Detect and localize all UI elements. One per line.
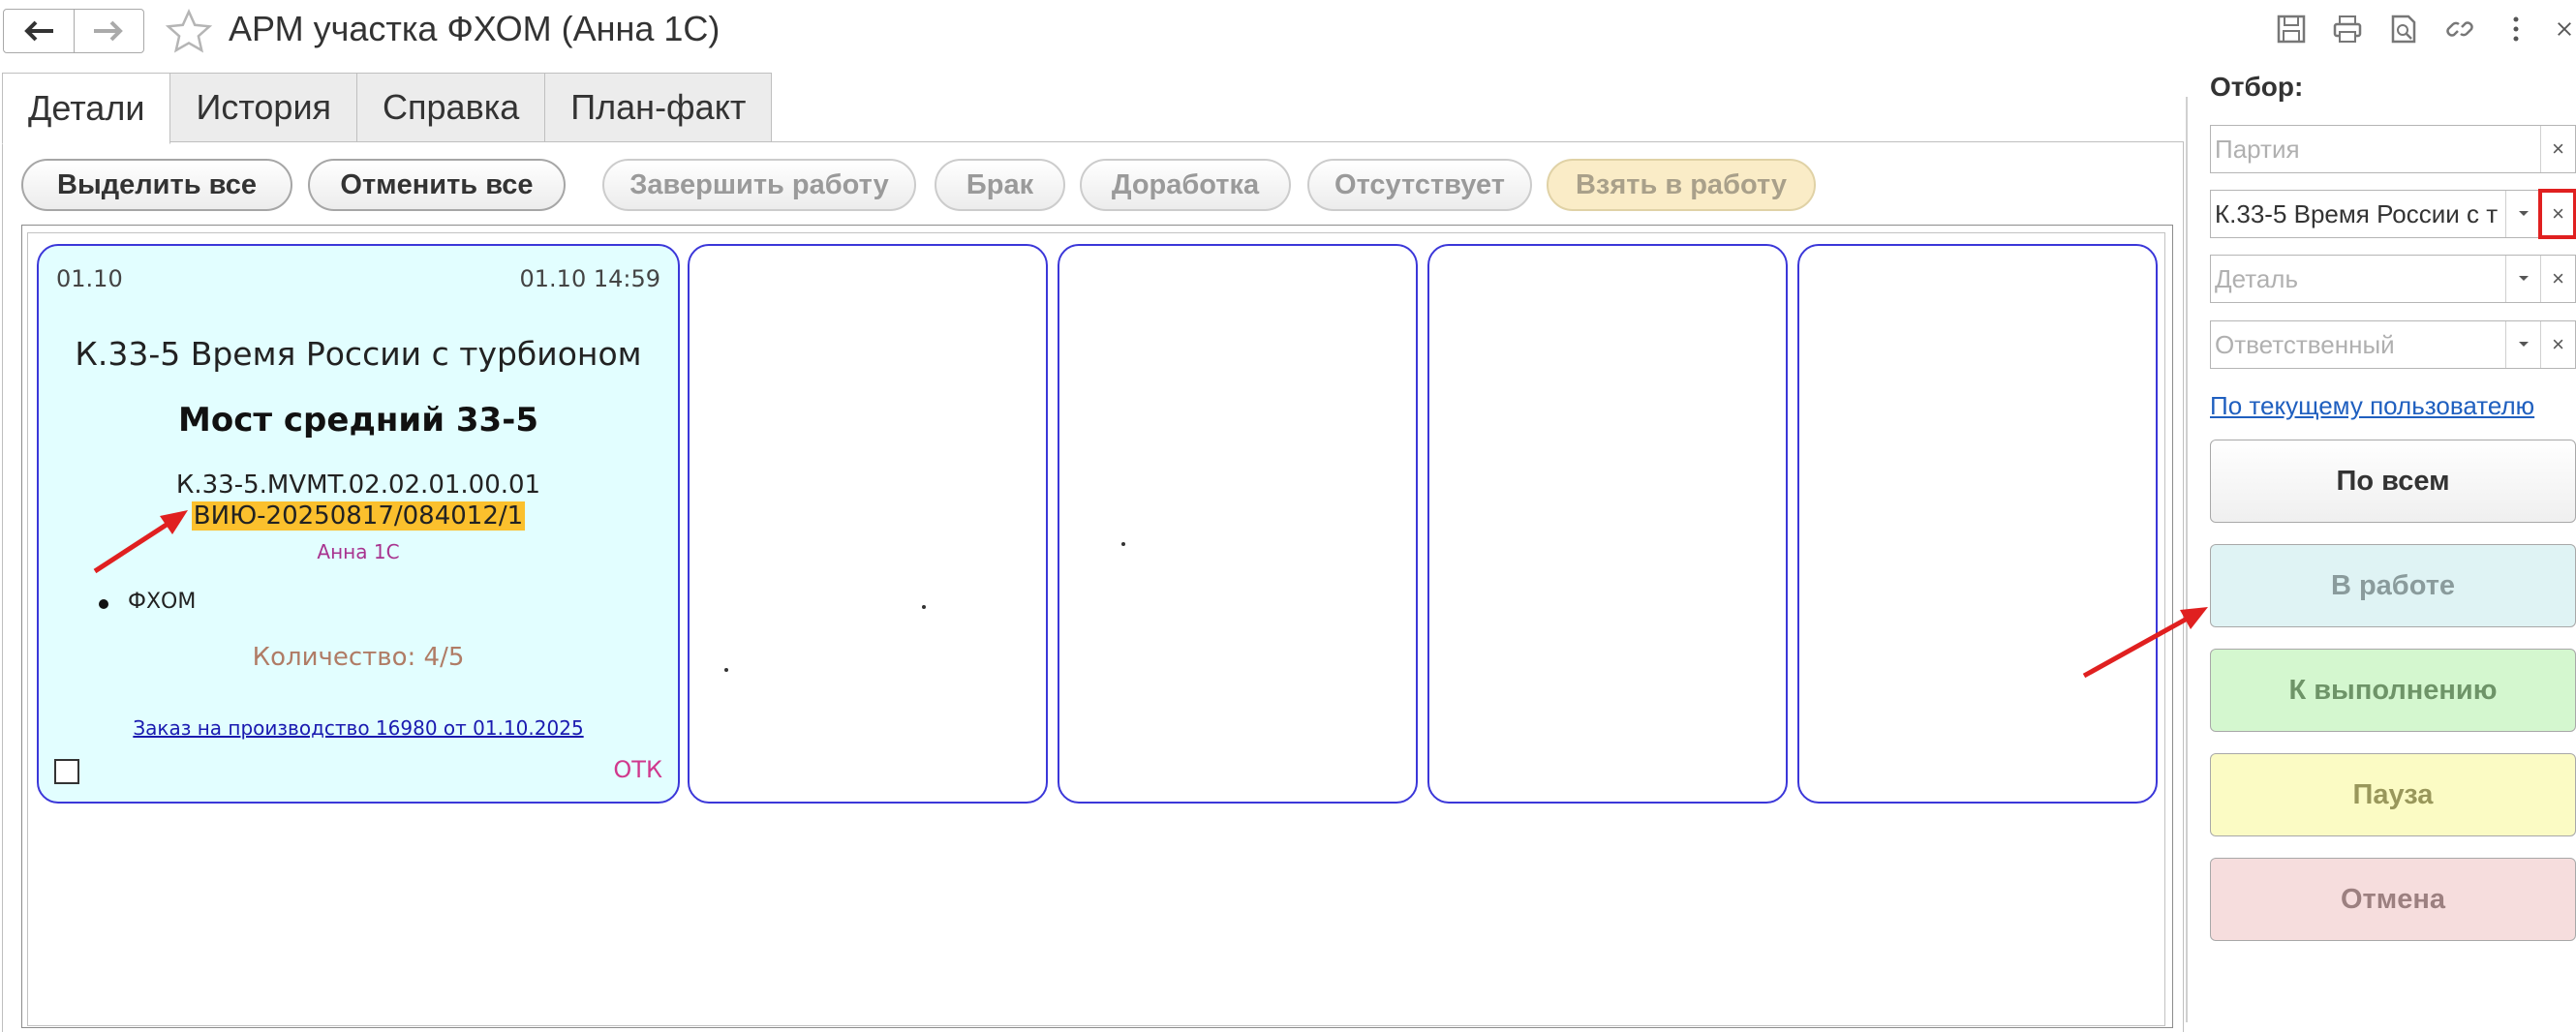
star-icon <box>165 8 213 53</box>
responsible-input[interactable]: Ответственный <box>2211 321 2505 368</box>
status-to-do-button[interactable]: К выполнению <box>2210 649 2576 732</box>
card-user: Анна 1С <box>317 540 400 563</box>
product-field[interactable]: К.33-5 Время России с т × <box>2210 189 2576 239</box>
status-pause-button[interactable]: Пауза <box>2210 753 2576 836</box>
defect-button[interactable]: Брак <box>935 159 1065 211</box>
arrow-left-icon <box>23 20 53 42</box>
take-to-work-button[interactable]: Взять в работу <box>1547 159 1816 211</box>
card-quantity: Количество: 4/5 <box>252 643 465 672</box>
tab-plan-fact[interactable]: План-факт <box>544 73 773 142</box>
bullet-icon <box>99 599 108 609</box>
responsible-clear-button[interactable]: × <box>2540 321 2575 368</box>
detail-field[interactable]: Деталь × <box>2210 255 2576 303</box>
card-operation: ФХОМ <box>128 590 197 614</box>
chevron-down-icon <box>2518 342 2529 347</box>
tab-details[interactable]: Детали <box>2 73 171 144</box>
card-date-left: 01.10 <box>56 265 123 292</box>
rework-button[interactable]: Доработка <box>1080 159 1291 211</box>
cancel-all-button[interactable]: Отменить все <box>308 159 566 211</box>
card-product-title: К.33-5 Время России с турбионом <box>75 335 642 373</box>
filter-label: Отбор: <box>2210 72 2304 102</box>
close-button[interactable] <box>2553 10 2576 48</box>
preview-button[interactable] <box>2384 10 2423 48</box>
arrow-right-icon <box>94 20 124 42</box>
responsible-field[interactable]: Ответственный × <box>2210 320 2576 369</box>
close-icon <box>2558 22 2571 36</box>
responsible-dropdown-button[interactable] <box>2505 321 2540 368</box>
product-input[interactable]: К.33-5 Время России с т <box>2211 191 2505 237</box>
forward-button[interactable] <box>73 10 144 52</box>
empty-card-3 <box>1427 244 1788 804</box>
product-clear-button[interactable]: × <box>2538 189 2576 239</box>
select-all-button[interactable]: Выделить все <box>21 159 292 211</box>
detail-input[interactable]: Деталь <box>2211 256 2505 302</box>
tab-bar: Детали История Справка План-факт <box>2 73 773 144</box>
empty-card-1 <box>688 244 1048 804</box>
speck <box>724 668 728 672</box>
back-button[interactable] <box>4 10 74 52</box>
card-lot-row: ВИЮ-20250817/084012/1 <box>39 501 678 531</box>
preview-icon <box>2391 15 2416 44</box>
speck <box>1121 542 1125 546</box>
panel-separator <box>2186 97 2188 1022</box>
empty-card-2 <box>1058 244 1418 804</box>
status-cancel-button[interactable]: Отмена <box>2210 858 2576 941</box>
history-nav <box>3 9 144 53</box>
party-field[interactable]: Партия × <box>2210 125 2576 173</box>
status-all-button[interactable]: По всем <box>2210 440 2576 523</box>
card-otk-label: ОТК <box>613 756 662 783</box>
card-date-right: 01.10 14:59 <box>519 265 661 292</box>
card-part-code: К.33-5.MVMT.02.02.01.00.01 <box>175 470 541 500</box>
status-in-work-button[interactable]: В работе <box>2210 544 2576 627</box>
detail-clear-button[interactable]: × <box>2540 256 2575 302</box>
task-card[interactable]: 01.10 01.10 14:59 К.33-5 Время России с … <box>37 244 680 804</box>
link-icon <box>2446 21 2473 37</box>
speck <box>922 605 926 609</box>
party-input[interactable]: Партия <box>2211 126 2540 172</box>
print-icon <box>2333 15 2362 43</box>
absent-button[interactable]: Отсутствует <box>1307 159 1532 211</box>
card-order-link[interactable]: Заказ на производство 16980 от 01.10.202… <box>39 716 678 740</box>
current-user-link[interactable]: По текущему пользователю <box>2210 391 2534 421</box>
more-button[interactable] <box>2497 10 2535 48</box>
chevron-down-icon <box>2518 276 2529 281</box>
save-button[interactable] <box>2272 10 2311 48</box>
product-dropdown-button[interactable] <box>2505 191 2540 237</box>
finish-work-button[interactable]: Завершить работу <box>602 159 916 211</box>
detail-dropdown-button[interactable] <box>2505 256 2540 302</box>
favorite-button[interactable] <box>165 8 213 56</box>
page-title: АРМ участка ФХОМ (Анна 1С) <box>229 9 721 48</box>
more-icon <box>2513 16 2519 42</box>
print-button[interactable] <box>2328 10 2367 48</box>
card-lot-number: ВИЮ-20250817/084012/1 <box>191 501 526 531</box>
save-icon <box>2277 15 2306 44</box>
card-checkbox[interactable] <box>54 759 79 784</box>
party-clear-button[interactable]: × <box>2540 126 2575 172</box>
card-part-name: Мост средний 33-5 <box>178 401 538 440</box>
empty-card-4 <box>1797 244 2158 804</box>
tab-history[interactable]: История <box>169 73 358 142</box>
tab-help[interactable]: Справка <box>356 73 546 142</box>
link-button[interactable] <box>2440 10 2479 48</box>
chevron-down-icon <box>2518 211 2529 216</box>
window-toolbar <box>2272 10 2576 48</box>
